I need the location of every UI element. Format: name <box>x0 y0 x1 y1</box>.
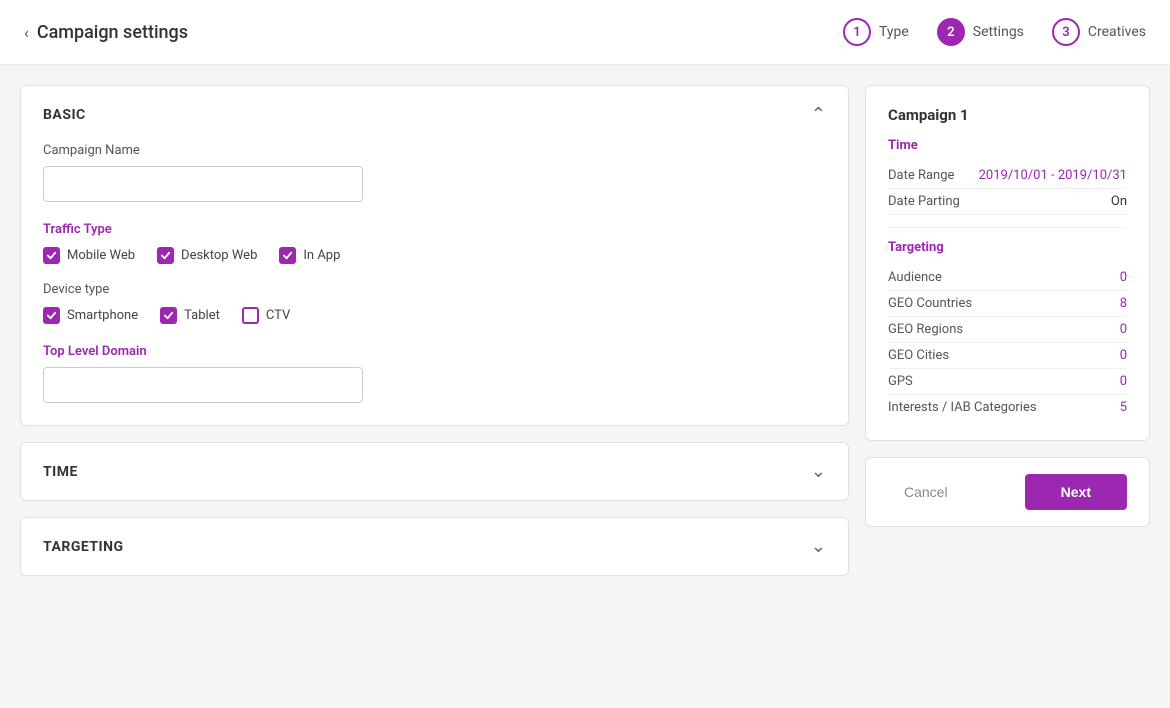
summary-targeting-rows: Audience0GEO Countries8GEO Regions0GEO C… <box>888 265 1127 420</box>
right-panel: Campaign 1 Time Date Range 2019/10/01 - … <box>865 85 1150 527</box>
summary-date-range-value: 2019/10/01 - 2019/10/31 <box>979 168 1127 183</box>
tablet-checkbox[interactable] <box>160 307 177 324</box>
summary-targeting-title: Targeting <box>888 240 1127 255</box>
top-level-domain-label: Top Level Domain <box>43 344 826 359</box>
summary-date-range-label: Date Range <box>888 168 954 183</box>
targeting-row-label: GPS <box>888 374 913 389</box>
left-column: BASIC ⌃ Campaign Name Traffic Type <box>20 85 849 576</box>
desktop-web-label: Desktop Web <box>181 248 257 263</box>
summary-time-title: Time <box>888 138 1127 153</box>
targeting-row: GEO Countries 8 <box>888 291 1127 317</box>
main-content: BASIC ⌃ Campaign Name Traffic Type <box>0 65 1170 708</box>
time-section-header[interactable]: TIME ⌄ <box>21 443 848 500</box>
summary-divider <box>888 227 1127 228</box>
device-type-label: Device type <box>43 282 826 297</box>
campaign-name-label: Campaign Name <box>43 143 826 158</box>
in-app-checkbox[interactable] <box>279 247 296 264</box>
ctv-label: CTV <box>266 308 290 323</box>
summary-card: Campaign 1 Time Date Range 2019/10/01 - … <box>865 85 1150 441</box>
basic-section-title: BASIC <box>43 107 86 123</box>
device-ctv[interactable]: CTV <box>242 307 290 324</box>
mobile-web-label: Mobile Web <box>67 248 135 263</box>
targeting-section-header[interactable]: TARGETING ⌄ <box>21 518 848 575</box>
targeting-row-label: Audience <box>888 270 942 285</box>
targeting-row: GEO Cities 0 <box>888 343 1127 369</box>
device-smartphone[interactable]: Smartphone <box>43 307 138 324</box>
step-2-circle: 2 <box>937 18 965 46</box>
traffic-desktop-web[interactable]: Desktop Web <box>157 247 257 264</box>
time-section-title: TIME <box>43 464 78 480</box>
basic-chevron-up-icon: ⌃ <box>811 104 826 125</box>
step-settings[interactable]: 2 Settings <box>937 18 1024 46</box>
traffic-type-group: Mobile Web Desktop Web <box>43 247 826 264</box>
step-creatives[interactable]: 3 Creatives <box>1052 18 1146 46</box>
step-3-label: Creatives <box>1088 24 1146 40</box>
step-2-label: Settings <box>973 24 1024 40</box>
targeting-section-title: TARGETING <box>43 539 124 555</box>
back-button[interactable]: ‹ <box>24 23 29 42</box>
device-tablet[interactable]: Tablet <box>160 307 220 324</box>
summary-date-range-row: Date Range 2019/10/01 - 2019/10/31 <box>888 163 1127 189</box>
targeting-row-value: 8 <box>1120 296 1127 311</box>
traffic-in-app[interactable]: In App <box>279 247 340 264</box>
targeting-row-value: 0 <box>1120 348 1127 363</box>
ctv-checkbox[interactable] <box>242 307 259 324</box>
targeting-row-label: Interests / IAB Categories <box>888 400 1037 415</box>
summary-date-parting-value: On <box>1111 194 1127 209</box>
targeting-row-value: 0 <box>1120 270 1127 285</box>
top-level-domain-input[interactable] <box>43 367 363 403</box>
step-3-circle: 3 <box>1052 18 1080 46</box>
step-type[interactable]: 1 Type <box>843 18 909 46</box>
in-app-label: In App <box>303 248 340 263</box>
page-title: Campaign settings <box>37 22 188 43</box>
cancel-button[interactable]: Cancel <box>888 476 964 508</box>
targeting-row: Interests / IAB Categories 5 <box>888 395 1127 420</box>
time-chevron-down-icon: ⌄ <box>811 461 826 482</box>
targeting-row-value: 5 <box>1120 400 1127 415</box>
basic-section-body: Campaign Name Traffic Type Mobile Web <box>21 143 848 425</box>
targeting-chevron-down-icon: ⌄ <box>811 536 826 557</box>
basic-section-card: BASIC ⌃ Campaign Name Traffic Type <box>20 85 849 426</box>
campaign-name-input[interactable] <box>43 166 363 202</box>
device-type-group: Smartphone Tablet CTV <box>43 307 826 324</box>
smartphone-label: Smartphone <box>67 308 138 323</box>
summary-campaign-title: Campaign 1 <box>888 106 1127 124</box>
action-card: Cancel Next <box>865 457 1150 527</box>
mobile-web-checkbox[interactable] <box>43 247 60 264</box>
targeting-row-label: GEO Countries <box>888 296 972 311</box>
header: ‹ Campaign settings 1 Type 2 Settings 3 … <box>0 0 1170 65</box>
targeting-row-value: 0 <box>1120 374 1127 389</box>
targeting-row-label: GEO Cities <box>888 348 949 363</box>
targeting-row: Audience 0 <box>888 265 1127 291</box>
summary-date-parting-label: Date Parting <box>888 194 960 209</box>
smartphone-checkbox[interactable] <box>43 307 60 324</box>
targeting-row-value: 0 <box>1120 322 1127 337</box>
targeting-section-card: TARGETING ⌄ <box>20 517 849 576</box>
summary-date-parting-row: Date Parting On <box>888 189 1127 215</box>
desktop-web-checkbox[interactable] <box>157 247 174 264</box>
targeting-row-label: GEO Regions <box>888 322 963 337</box>
time-section-card: TIME ⌄ <box>20 442 849 501</box>
next-button[interactable]: Next <box>1025 474 1127 510</box>
header-left: ‹ Campaign settings <box>24 22 188 43</box>
step-1-label: Type <box>879 24 909 40</box>
tablet-label: Tablet <box>184 308 220 323</box>
steps-nav: 1 Type 2 Settings 3 Creatives <box>843 18 1146 46</box>
basic-section-header[interactable]: BASIC ⌃ <box>21 86 848 143</box>
traffic-type-label: Traffic Type <box>43 222 826 237</box>
step-1-circle: 1 <box>843 18 871 46</box>
targeting-row: GPS 0 <box>888 369 1127 395</box>
targeting-row: GEO Regions 0 <box>888 317 1127 343</box>
traffic-mobile-web[interactable]: Mobile Web <box>43 247 135 264</box>
